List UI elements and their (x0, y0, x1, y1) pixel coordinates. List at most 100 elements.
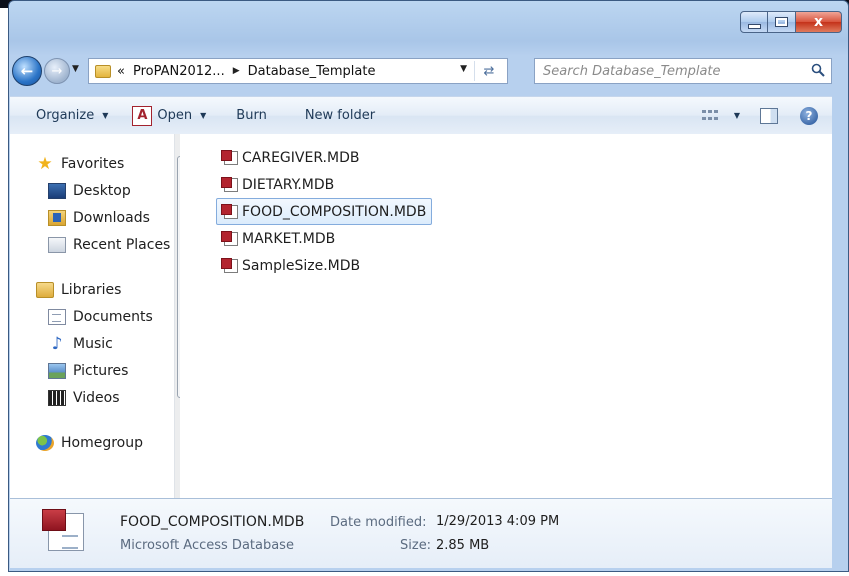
file-name: SampleSize.MDB (242, 257, 361, 274)
refresh-button[interactable]: ⇄ (474, 61, 503, 81)
downloads-icon (48, 209, 66, 226)
maximize-button[interactable] (768, 11, 796, 33)
back-button[interactable]: ← (12, 56, 42, 86)
address-overflow[interactable]: « (117, 64, 125, 79)
breadcrumb-propan[interactable]: ProPAN2012... (133, 64, 225, 79)
details-size-value: 2.85 MB (436, 538, 490, 553)
open-label: Open (157, 108, 193, 123)
nav-libraries[interactable]: Libraries (36, 276, 170, 303)
nav-videos[interactable]: Videos (36, 384, 170, 411)
details-modified-label: Date modified: (330, 515, 427, 530)
scrollbar-thumb[interactable] (177, 156, 180, 398)
nav-recent-places-label: Recent Places (73, 236, 171, 253)
navigation-scrollbar[interactable]: ▲ ▼ (174, 134, 180, 498)
minimize-button[interactable] (740, 11, 768, 33)
nav-libraries-label: Libraries (61, 281, 122, 298)
access-file-icon (221, 149, 239, 166)
access-file-icon (221, 203, 239, 220)
address-history-dropdown[interactable]: ▼ (460, 64, 467, 74)
nav-documents[interactable]: Documents (36, 303, 170, 330)
chevron-down-icon: ▼ (200, 111, 207, 120)
access-file-icon (221, 176, 239, 193)
desktop-icon (48, 182, 66, 199)
nav-downloads-label: Downloads (73, 209, 150, 226)
nav-desktop[interactable]: Desktop (36, 177, 170, 204)
search-icon[interactable] (811, 63, 825, 77)
organize-button[interactable]: Organize ▼ (36, 108, 108, 123)
nav-favorites-label: Favorites (61, 155, 125, 172)
details-pane: FOOD_COMPOSITION.MDB Microsoft Access Da… (10, 499, 832, 568)
details-file-name: FOOD_COMPOSITION.MDB (120, 514, 305, 530)
file-name: MARKET.MDB (242, 230, 336, 247)
folder-icon (95, 64, 111, 78)
file-name: FOOD_COMPOSITION.MDB (242, 203, 427, 220)
homegroup-icon (36, 434, 54, 451)
file-name: CAREGIVER.MDB (242, 149, 360, 166)
libraries-icon (36, 281, 54, 298)
file-item-food-composition[interactable]: FOOD_COMPOSITION.MDB (216, 198, 433, 225)
command-bar: Organize ▼ A Open ▼ Burn New folder ▼ ? (10, 96, 832, 135)
file-item-samplesize[interactable]: SampleSize.MDB (216, 252, 432, 279)
documents-icon (48, 308, 66, 325)
nav-videos-label: Videos (73, 389, 120, 406)
change-view-button[interactable]: ▼ (701, 109, 740, 122)
forward-button[interactable]: → (44, 58, 70, 84)
chevron-down-icon: ▼ (733, 111, 740, 120)
nav-music-label: Music (73, 335, 113, 352)
access-app-icon: A (132, 105, 153, 126)
navigation-pane: ★ Favorites Desktop Downloads Recent Pla… (10, 134, 180, 498)
arrow-right-icon: → (51, 63, 63, 79)
file-item-market[interactable]: MARKET.MDB (216, 225, 432, 252)
access-database-large-icon (40, 509, 86, 551)
views-icon (701, 109, 718, 122)
breadcrumb-database-template[interactable]: Database_Template (248, 64, 376, 79)
preview-pane-icon[interactable] (760, 107, 778, 124)
address-bar[interactable]: « ProPAN2012... ▶ Database_Template ▼ ⇄ (88, 58, 508, 84)
recent-places-icon (48, 236, 66, 253)
breadcrumb-separator-icon[interactable]: ▶ (233, 66, 240, 76)
navigation-bar: ← → ▼ « ProPAN2012... ▶ Database_Templat… (12, 54, 832, 88)
access-file-icon (221, 257, 239, 274)
search-input[interactable] (541, 62, 795, 80)
navigation-tree: ★ Favorites Desktop Downloads Recent Pla… (36, 150, 170, 456)
content-area: ★ Favorites Desktop Downloads Recent Pla… (10, 134, 832, 499)
open-button[interactable]: A Open ▼ (132, 105, 207, 126)
new-folder-label: New folder (304, 108, 376, 123)
help-icon[interactable]: ? (800, 106, 818, 125)
close-button[interactable]: x (796, 11, 842, 33)
file-item-dietary[interactable]: DIETARY.MDB (216, 171, 432, 198)
burn-label: Burn (236, 108, 267, 123)
caption-buttons: x (740, 11, 842, 33)
details-modified-value: 1/29/2013 4:09 PM (436, 514, 560, 529)
scroll-down-icon[interactable]: ▼ (175, 478, 180, 496)
nav-documents-label: Documents (73, 308, 153, 325)
chevron-down-icon: ▼ (102, 111, 109, 120)
nav-homegroup[interactable]: Homegroup (36, 429, 170, 456)
star-icon: ★ (37, 153, 53, 174)
organize-label: Organize (36, 108, 95, 123)
nav-pictures[interactable]: Pictures (36, 357, 170, 384)
nav-homegroup-label: Homegroup (61, 434, 144, 451)
pictures-icon (48, 362, 66, 379)
nav-favorites[interactable]: ★ Favorites (36, 150, 170, 177)
maximize-icon (775, 17, 788, 27)
nav-music[interactable]: ♪ Music (36, 330, 170, 357)
nav-desktop-label: Desktop (73, 182, 131, 199)
file-item-caregiver[interactable]: CAREGIVER.MDB (216, 144, 432, 171)
minimize-icon (747, 23, 761, 29)
details-file-type: Microsoft Access Database (120, 538, 294, 553)
nav-pictures-label: Pictures (73, 362, 129, 379)
nav-recent-places[interactable]: Recent Places (36, 231, 170, 258)
recent-pages-dropdown[interactable]: ▼ (72, 64, 79, 74)
nav-downloads[interactable]: Downloads (36, 204, 170, 231)
scroll-up-icon[interactable]: ▲ (175, 136, 180, 154)
music-icon: ♪ (51, 333, 63, 354)
burn-button[interactable]: Burn (236, 108, 267, 123)
details-size-label: Size: (400, 538, 432, 553)
close-icon: x (813, 14, 824, 30)
new-folder-button[interactable]: New folder (305, 108, 375, 123)
access-file-icon (221, 230, 239, 247)
arrow-left-icon: ← (20, 62, 34, 80)
videos-icon (48, 389, 66, 406)
toolbar-right-group: ▼ ? (676, 97, 832, 134)
